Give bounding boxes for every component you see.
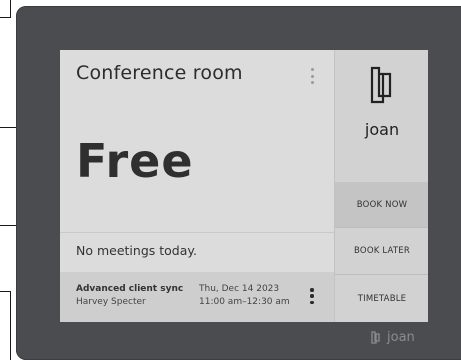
bezel-brand-text: joan [387,330,415,345]
meeting-row[interactable]: Advanced client sync Harvey Specter Thu,… [60,272,334,322]
joan-logo-small-icon [371,330,380,344]
timetable-button[interactable]: TIMETABLE [335,275,428,322]
room-title: Conference room [76,62,243,84]
meeting-host: Harvey Specter [76,297,146,307]
book-later-button[interactable]: BOOK LATER [335,228,428,274]
divider-top [60,232,334,233]
callout-line-top-vertical [10,0,11,18]
callout-line-meeting-vertical [10,291,11,360]
book-now-button[interactable]: BOOK NOW [335,182,428,227]
device-screen: Conference room Free No meetings today. … [60,50,428,322]
logo-wordmark: joan [364,120,400,139]
meeting-date: Thu, Dec 14 2023 [199,284,280,294]
joan-logo: joan [335,50,428,180]
meeting-time: 11:00 am–12:30 am [199,297,290,307]
meeting-name: Advanced client sync [76,284,184,294]
room-menu-icon[interactable] [310,68,314,84]
meeting-menu-icon[interactable] [310,288,314,304]
callout-line-meeting [0,291,10,292]
no-meetings-text: No meetings today. [76,243,197,258]
room-panel: Conference room Free No meetings today. … [60,50,334,322]
bezel-brand-mark: joan [369,330,415,345]
room-status: Free [76,134,194,188]
callout-line-top [0,17,10,18]
action-panel: joan BOOK NOW BOOK LATER TIMETABLE [334,50,428,322]
joan-logo-icon [370,66,392,104]
